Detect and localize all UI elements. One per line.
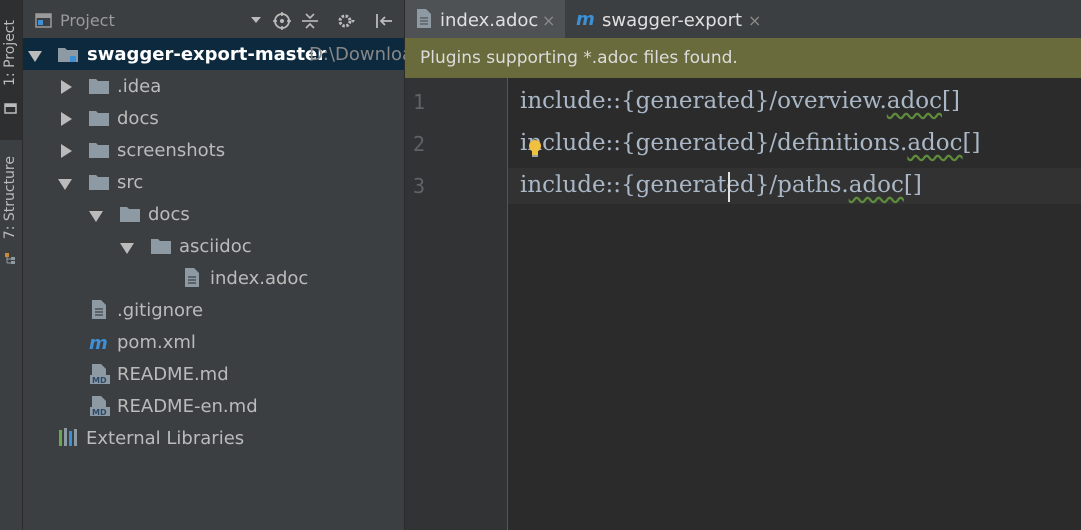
tree-item-docs[interactable]: docs [23,102,404,134]
code-text: [] [941,88,960,114]
tree-item-readme-md[interactable]: MD README.md [23,358,404,390]
tree-item-label: docs [148,204,190,225]
expand-arrow-icon[interactable] [28,51,42,62]
structure-tool-tab[interactable]: 7: Structure [0,150,22,280]
text-file-icon [417,9,431,28]
project-tool-tab[interactable]: 1: Project [0,0,22,140]
folder-icon [151,239,171,254]
tree-item-label: pom.xml [117,332,196,353]
gear-icon[interactable] [337,12,355,30]
root-name: swagger-export-master [87,44,327,65]
tree-item-label: asciidoc [179,236,252,257]
tree-item-screenshots[interactable]: screenshots [23,134,404,166]
scroll-from-source-icon[interactable] [273,12,291,30]
tree-item-label: README-en.md [117,396,258,417]
code-line[interactable]: include::{generated}/paths.adoc[] [520,172,922,198]
folder-icon [89,79,109,94]
code-text-warning: adoc [907,130,963,156]
lightbulb-icon[interactable] [528,140,542,158]
tree-root-swagger-export-master[interactable]: swagger-export-master D:\Downloa [23,38,413,70]
project-panel-title: Project [60,11,115,30]
tool-window-strip: 1: Project 7: Structure [0,0,23,530]
collapse-all-icon[interactable] [301,12,319,30]
code-text-warning: adoc [848,172,904,198]
tree-item-label: index.adoc [210,268,309,289]
folder-icon [89,111,109,126]
module-folder-icon [58,48,78,62]
maven-icon: m [576,11,595,27]
collapse-arrow-icon[interactable] [89,211,103,222]
code-text: [] [903,172,922,198]
tree-item-label: README.md [117,364,229,385]
tree-item-label: .gitignore [117,300,204,321]
markdown-file-icon: MD [90,396,110,416]
tab-label: index.adoc [440,10,539,31]
line-number: 2 [413,132,426,156]
tree-item-label: screenshots [117,140,226,161]
code-line[interactable]: include::{generated}/definitions.adoc[] [520,130,980,156]
tree-item-external-libraries[interactable]: External Libraries [23,422,404,454]
project-tool-icon [4,103,17,114]
code-editor[interactable]: include::{generated}/overview.adoc[] inc… [508,78,1081,530]
maven-icon: m [89,335,108,351]
tab-index-adoc[interactable]: index.adoc × [405,0,565,38]
close-icon[interactable]: × [542,11,555,30]
tab-swagger-export[interactable]: m swagger-export × [566,0,766,38]
view-selector-dropdown[interactable] [251,17,261,23]
expand-arrow-icon[interactable] [61,144,72,158]
libraries-icon [59,428,77,446]
tree-item-label: docs [117,108,159,129]
folder-icon [120,207,140,222]
tree-item-label: External Libraries [86,428,245,449]
text-caret [728,172,730,202]
tree-item-index-adoc[interactable]: index.adoc [23,262,404,294]
project-panel-header: Project [23,0,404,40]
svg-text:MD: MD [92,408,107,416]
collapse-arrow-icon[interactable] [120,243,134,254]
tree-item-src[interactable]: src [23,166,404,198]
svg-text:MD: MD [92,376,107,384]
line-number: 1 [413,90,426,114]
tree-item-gitignore[interactable]: .gitignore [23,294,404,326]
project-tool-tab-label: 1: Project [2,20,18,86]
code-text-warning: adoc [886,88,942,114]
banner-text: Plugins supporting *.adoc files found. [420,48,738,68]
tree-item-idea[interactable]: .idea [23,70,404,102]
project-panel: Project swagger-export-master D:\Downloa… [23,0,413,530]
tree-item-label: .idea [117,76,162,97]
collapse-arrow-icon[interactable] [58,179,72,190]
editor-tab-bar: index.adoc × m swagger-export × [405,0,1081,38]
code-text: include::{generated}/definitions. [520,130,908,156]
close-icon[interactable]: × [748,11,761,30]
project-view-icon [35,13,52,28]
text-file-icon [185,268,199,287]
tree-item-label: src [117,172,144,193]
line-number: 3 [413,174,426,198]
tree-item-asciidoc[interactable]: asciidoc [23,230,404,262]
structure-tool-icon [5,253,15,264]
code-text: [] [962,130,981,156]
expand-arrow-icon[interactable] [61,112,72,126]
tree-item-pom-xml[interactable]: m pom.xml [23,326,404,358]
folder-icon [89,143,109,158]
structure-tool-tab-label: 7: Structure [2,156,18,240]
root-path: D:\Downloa [309,44,414,65]
code-text: include::{generated}/paths. [520,172,849,198]
hide-panel-icon[interactable] [375,12,393,30]
tree-item-readme-en-md[interactable]: MD README-en.md [23,390,404,422]
code-line[interactable]: include::{generated}/overview.adoc[] [520,88,960,114]
folder-icon [89,175,109,190]
code-text: include::{generated}/overview. [520,88,887,114]
expand-arrow-icon[interactable] [61,80,72,94]
editor-gutter: 1 2 3 [405,78,508,530]
svg-text:m: m [89,335,108,351]
tab-label: swagger-export [602,10,743,31]
plugin-notification-banner[interactable]: Plugins supporting *.adoc files found. [405,38,1081,78]
text-file-icon [92,300,106,319]
markdown-file-icon: MD [90,364,110,384]
tree-item-src-docs[interactable]: docs [23,198,404,230]
svg-text:m: m [576,11,595,27]
